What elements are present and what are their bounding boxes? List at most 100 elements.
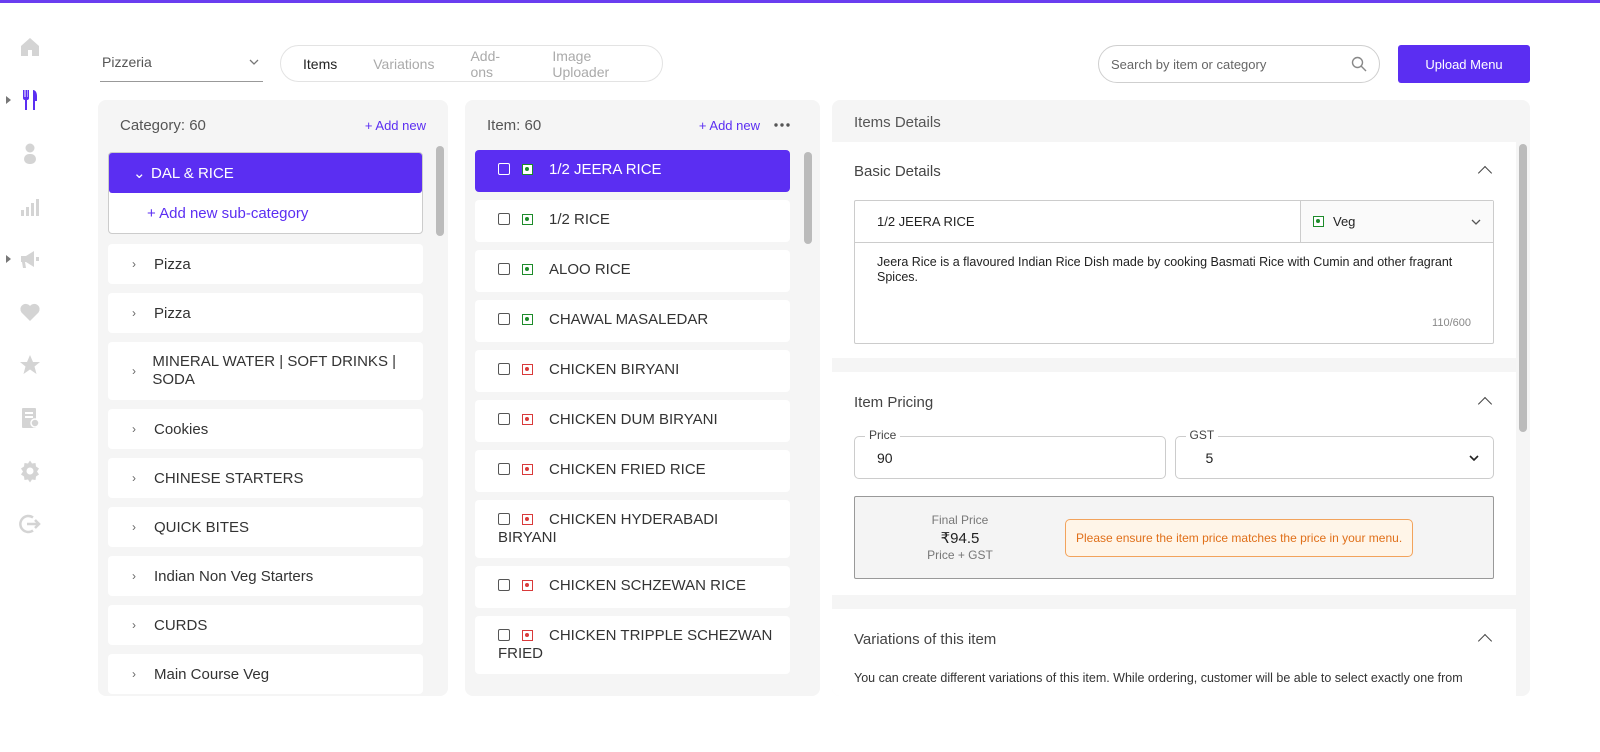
item-row[interactable]: CHICKEN DUM BIRYANI xyxy=(475,400,790,442)
character-counter: 110/600 xyxy=(1432,317,1471,329)
item-checkbox[interactable] xyxy=(498,629,510,641)
item-checkbox[interactable] xyxy=(498,363,510,375)
add-category-link[interactable]: + Add new xyxy=(365,118,426,133)
item-checkbox[interactable] xyxy=(498,163,510,175)
nav-ratings[interactable] xyxy=(0,338,60,391)
category-row[interactable]: › Main Course Veg xyxy=(108,654,423,694)
non-veg-icon xyxy=(522,514,533,525)
category-row[interactable]: › MINERAL WATER | SOFT DRINKS | SODA xyxy=(108,342,423,400)
item-row[interactable]: ALOO RICE xyxy=(475,250,790,292)
add-sub-category-link[interactable]: + Add new sub-category xyxy=(109,193,422,233)
restaurant-menu-icon xyxy=(23,89,37,110)
user-icon xyxy=(24,143,36,164)
item-label: CHAWAL MASALEDAR xyxy=(549,311,709,328)
restaurant-select[interactable]: Pizzeria xyxy=(100,46,263,82)
add-item-link[interactable]: + Add new xyxy=(699,118,760,133)
chevron-right-icon: › xyxy=(132,618,136,632)
price-value: 90 xyxy=(877,449,893,466)
details-scrollbar[interactable] xyxy=(1519,144,1527,432)
item-checkbox[interactable] xyxy=(498,413,510,425)
nav-promotions[interactable] xyxy=(0,232,60,285)
item-checkbox[interactable] xyxy=(498,213,510,225)
item-name-row: 1/2 JEERA RICE Veg xyxy=(855,201,1493,243)
veg-icon xyxy=(1313,216,1324,227)
nav-orders[interactable] xyxy=(0,391,60,444)
category-row[interactable]: › Indian Non Veg Starters xyxy=(108,556,423,596)
tab-variations[interactable]: Variations xyxy=(355,56,452,72)
item-checkbox[interactable] xyxy=(498,513,510,525)
more-options-icon[interactable] xyxy=(774,123,790,127)
category-row[interactable]: › Cookies xyxy=(108,409,423,449)
nav-users[interactable] xyxy=(0,126,60,179)
chevron-up-icon[interactable] xyxy=(1477,165,1493,181)
item-checkbox[interactable] xyxy=(498,579,510,591)
upload-menu-button[interactable]: Upload Menu xyxy=(1398,45,1530,83)
item-label: CHICKEN FRIED RICE xyxy=(549,461,706,478)
nav-favorites[interactable] xyxy=(0,285,60,338)
nav-logout[interactable] xyxy=(0,497,60,550)
category-row[interactable]: › CURDS xyxy=(108,605,423,645)
restaurant-name: Pizzeria xyxy=(102,53,152,70)
category-label: QUICK BITES xyxy=(154,518,250,536)
item-description-text: Jeera Rice is a flavoured Indian Rice Di… xyxy=(877,255,1453,284)
nav-settings[interactable] xyxy=(0,444,60,497)
chevron-up-icon[interactable] xyxy=(1477,396,1493,412)
item-row[interactable]: CHICKEN HYDERABADI BIRYANI xyxy=(475,500,790,558)
variations-header[interactable]: Variations of this item xyxy=(854,609,1494,669)
search-icon[interactable] xyxy=(1351,56,1367,72)
tab-add-ons[interactable]: Add-ons xyxy=(452,48,534,80)
category-row[interactable]: › CHINESE STARTERS xyxy=(108,458,423,498)
details-title: Items Details xyxy=(854,113,941,131)
nav-home[interactable] xyxy=(0,20,60,73)
basic-details-header[interactable]: Basic Details xyxy=(854,142,1494,200)
receipt-icon xyxy=(22,407,40,428)
analytics-icon xyxy=(21,198,39,216)
category-row[interactable]: › Pizza xyxy=(108,244,423,284)
item-row[interactable]: CHICKEN SCHZEWAN RICE xyxy=(475,566,790,608)
item-pricing-title: Item Pricing xyxy=(854,393,934,411)
category-scrollbar[interactable] xyxy=(436,146,444,236)
item-details-panel: Items Details Basic Details 1/2 JEERA RI… xyxy=(832,100,1530,696)
item-description-input[interactable]: Jeera Rice is a flavoured Indian Rice Di… xyxy=(855,243,1493,343)
chevron-down-icon: ⌄ xyxy=(133,165,146,182)
category-panel: Category: 60 + Add new ⌄ DAL & RICE + Ad… xyxy=(98,100,448,696)
item-row-active[interactable]: 1/2 JEERA RICE xyxy=(475,150,790,192)
non-veg-icon xyxy=(522,414,533,425)
item-label: ALOO RICE xyxy=(549,261,631,278)
chevron-down-icon xyxy=(249,59,259,65)
nav-menu[interactable] xyxy=(0,73,60,126)
tab-image-uploader[interactable]: Image Uploader xyxy=(534,48,658,80)
item-row[interactable]: 1/2 RICE xyxy=(475,200,790,242)
item-row[interactable]: CHICKEN FRIED RICE xyxy=(475,450,790,492)
item-pricing-header[interactable]: Item Pricing xyxy=(854,372,1494,432)
item-checkbox[interactable] xyxy=(498,463,510,475)
category-row-active[interactable]: ⌄ DAL & RICE xyxy=(109,153,422,193)
item-name-input[interactable]: 1/2 JEERA RICE xyxy=(855,201,1301,242)
item-row[interactable]: CHICKEN BIRYANI xyxy=(475,350,790,392)
tab-items[interactable]: Items xyxy=(285,56,355,72)
gst-select[interactable]: GST 5 xyxy=(1174,428,1494,479)
search-input[interactable] xyxy=(1111,56,1351,72)
veg-icon xyxy=(522,214,533,225)
veg-icon xyxy=(522,264,533,275)
chevron-down-icon xyxy=(1471,219,1481,225)
chevron-right-icon: › xyxy=(132,667,136,681)
chevron-up-icon[interactable] xyxy=(1477,633,1493,649)
final-price-label: Final Price xyxy=(931,513,989,527)
basic-details-card: Basic Details 1/2 JEERA RICE Veg Jeera R xyxy=(832,142,1516,358)
nav-analytics[interactable] xyxy=(0,179,60,232)
item-checkbox[interactable] xyxy=(498,313,510,325)
food-type-select[interactable]: Veg xyxy=(1301,201,1493,242)
gst-value: 5 xyxy=(1205,449,1214,466)
item-scrollbar[interactable] xyxy=(804,152,812,244)
category-count: Category: 60 xyxy=(120,116,206,134)
category-row[interactable]: › QUICK BITES xyxy=(108,507,423,547)
price-field[interactable]: Price 90 xyxy=(854,428,1166,479)
item-label: 1/2 RICE xyxy=(549,211,610,228)
item-row[interactable]: CHICKEN TRIPPLE SCHEZWAN FRIED xyxy=(475,616,790,674)
category-label: Cookies xyxy=(154,420,209,438)
item-row[interactable]: CHAWAL MASALEDAR xyxy=(475,300,790,342)
variations-description: You can create different variations of t… xyxy=(854,671,1463,685)
category-row[interactable]: › Pizza xyxy=(108,293,423,333)
item-checkbox[interactable] xyxy=(498,263,510,275)
